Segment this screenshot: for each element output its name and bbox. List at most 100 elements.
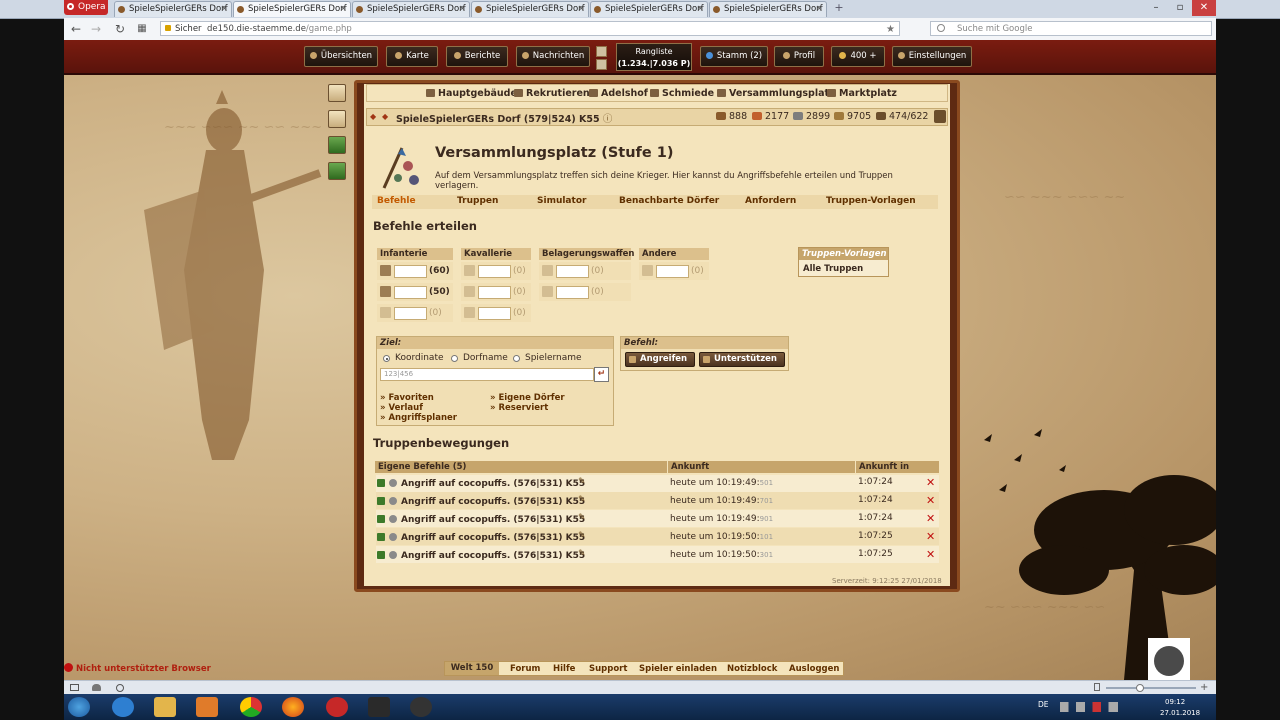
internet-explorer-icon[interactable] <box>112 697 134 717</box>
footer-link-ausloggen[interactable]: Ausloggen <box>789 664 839 674</box>
browser-tab[interactable]: SpieleSpielerGERs Dorf ... × <box>590 1 708 17</box>
link-favoriten[interactable]: » Favoriten <box>380 393 434 403</box>
green-item-icon[interactable] <box>328 136 346 154</box>
system-tray-icons[interactable] <box>1060 702 1118 712</box>
arrow-down-icon[interactable] <box>596 59 607 70</box>
close-tab-icon[interactable]: × <box>696 2 704 17</box>
chrome-icon[interactable] <box>240 697 262 717</box>
bookmark-star-icon[interactable]: ★ <box>886 22 895 37</box>
forward-arrow-icon[interactable]: → <box>88 21 104 37</box>
cancel-command-icon[interactable]: ✕ <box>926 476 935 489</box>
building-link-schmiede[interactable]: Schmiede <box>650 88 714 99</box>
arrow-up-icon[interactable] <box>596 46 607 57</box>
rename-icon[interactable]: ✎ <box>578 513 586 523</box>
attack-button[interactable]: Angreifen <box>625 352 695 367</box>
clock-time[interactable]: 09:12 <box>1165 698 1185 706</box>
close-tab-icon[interactable]: × <box>458 2 466 17</box>
support-button[interactable]: Unterstützen <box>699 352 785 367</box>
clock-date[interactable]: 27.01.2018 <box>1160 709 1200 717</box>
file-explorer-icon[interactable] <box>154 697 176 717</box>
opera-menu-button[interactable]: Opera <box>64 0 108 15</box>
obs-icon[interactable] <box>410 697 432 717</box>
rename-icon[interactable]: ✎ <box>578 531 586 541</box>
close-tab-icon[interactable]: × <box>577 2 585 17</box>
green-item-icon[interactable] <box>328 162 346 180</box>
command-link[interactable]: Angriff auf cocopuffs. (576|531) K55 <box>401 497 585 507</box>
footer-link-spieler-einladen[interactable]: Spieler einladen <box>639 664 717 674</box>
sword-input[interactable] <box>394 286 427 299</box>
browser-tab[interactable]: SpieleSpielerGERs Dorf ... × <box>352 1 470 17</box>
opera-taskbar-icon[interactable] <box>326 697 348 717</box>
zoom-slider-handle[interactable] <box>1136 684 1144 692</box>
link-reserviert[interactable]: » Reserviert <box>490 403 548 413</box>
building-link-rekrutieren[interactable]: Rekrutieren <box>514 88 590 99</box>
url-input[interactable]: Sicher de150.die-staemme.de/game.php ★ <box>160 21 900 36</box>
scout-input[interactable] <box>478 265 511 278</box>
browser-tab[interactable]: SpieleSpielerGERs Dorf ... × <box>114 1 232 17</box>
world-label[interactable]: Welt 150 <box>445 662 499 675</box>
menu-berichte[interactable]: Berichte <box>446 46 508 67</box>
window-close-icon[interactable]: ✕ <box>1192 0 1216 16</box>
menu-karte[interactable]: Karte <box>386 46 438 67</box>
tab-truppen[interactable]: Truppen <box>457 196 498 206</box>
menu-einstellungen[interactable]: Einstellungen <box>892 46 972 67</box>
tab-benachbarte-doerfer[interactable]: Benachbarte Dörfer <box>619 196 719 206</box>
footer-link-notizblock[interactable]: Notizblock <box>727 664 777 674</box>
heavy-cavalry-input[interactable] <box>478 307 511 320</box>
axe-input[interactable] <box>394 307 427 320</box>
spear-input[interactable] <box>394 265 427 278</box>
radio-coordinate-label[interactable]: Koordinate <box>395 353 444 363</box>
menu-uebersichten[interactable]: Übersichten <box>304 46 378 67</box>
footer-link-forum[interactable]: Forum <box>510 664 540 674</box>
zoom-in-icon[interactable]: + <box>1200 682 1208 693</box>
close-tab-icon[interactable]: × <box>339 2 347 17</box>
minimize-icon[interactable]: – <box>1144 0 1168 16</box>
headphones-icon[interactable] <box>368 697 390 717</box>
radio-player-name-label[interactable]: Spielername <box>525 353 582 363</box>
firefox-icon[interactable] <box>282 697 304 717</box>
sword-shortcut-icon[interactable] <box>328 110 346 128</box>
browser-tab[interactable]: SpieleSpielerGERs Dorf ... × <box>471 1 589 17</box>
new-tab-button[interactable]: + <box>832 2 846 15</box>
spear-count[interactable]: (60) <box>429 266 450 276</box>
sidebar-toggle-icon[interactable] <box>70 684 79 691</box>
target-go-icon[interactable]: ↵ <box>594 367 609 382</box>
speed-dial-icon[interactable]: ▦ <box>134 21 150 37</box>
keyboard-language[interactable]: DE <box>1038 700 1049 709</box>
sword-count[interactable]: (50) <box>429 287 450 297</box>
zoom-slider[interactable] <box>1106 687 1196 689</box>
radio-player-name[interactable] <box>513 355 520 362</box>
cancel-command-icon[interactable]: ✕ <box>926 512 935 525</box>
tab-anfordern[interactable]: Anfordern <box>745 196 796 206</box>
previous-village-arrow-icon[interactable]: ◆ <box>370 112 378 121</box>
moon-widget[interactable] <box>1148 638 1190 680</box>
target-coordinate-input[interactable]: 123|456 <box>380 368 594 381</box>
windows-start-icon[interactable] <box>68 697 90 717</box>
next-village-arrow-icon[interactable]: ◆ <box>382 112 390 121</box>
inventory-icon[interactable] <box>934 110 946 123</box>
menu-stamm[interactable]: Stamm (2) <box>700 46 768 67</box>
quest-icon[interactable] <box>328 84 346 102</box>
building-link-marktplatz[interactable]: Marktplatz <box>827 88 897 99</box>
tab-befehle[interactable]: Befehle <box>377 196 416 206</box>
browser-tab-active[interactable]: SpieleSpielerGERs Dorf ... × <box>233 1 351 17</box>
command-link[interactable]: Angriff auf cocopuffs. (576|531) K55 <box>401 479 585 489</box>
building-link-versammlungsplatz[interactable]: Versammlungsplatz <box>717 88 835 99</box>
radio-village-name[interactable] <box>451 355 458 362</box>
rename-icon[interactable]: ✎ <box>578 495 586 505</box>
rename-icon[interactable]: ✎ <box>578 477 586 487</box>
menu-premium[interactable]: 400 + <box>831 46 885 67</box>
footer-link-support[interactable]: Support <box>589 664 627 674</box>
noble-input[interactable] <box>656 265 689 278</box>
menu-nachrichten[interactable]: Nachrichten <box>516 46 590 67</box>
menu-profil[interactable]: Profil <box>774 46 824 67</box>
cloud-icon[interactable] <box>92 684 101 691</box>
cancel-command-icon[interactable]: ✕ <box>926 548 935 561</box>
building-link-adelshof[interactable]: Adelshof <box>589 88 648 99</box>
reload-icon[interactable]: ↻ <box>112 21 128 37</box>
template-all-troops[interactable]: Alle Truppen <box>803 264 863 274</box>
unsupported-browser-warning[interactable]: Nicht unterstützter Browser <box>64 663 211 674</box>
radio-coordinate[interactable] <box>383 355 390 362</box>
village-info-icon[interactable]: ⓘ <box>603 114 613 125</box>
close-tab-icon[interactable]: × <box>220 2 228 17</box>
